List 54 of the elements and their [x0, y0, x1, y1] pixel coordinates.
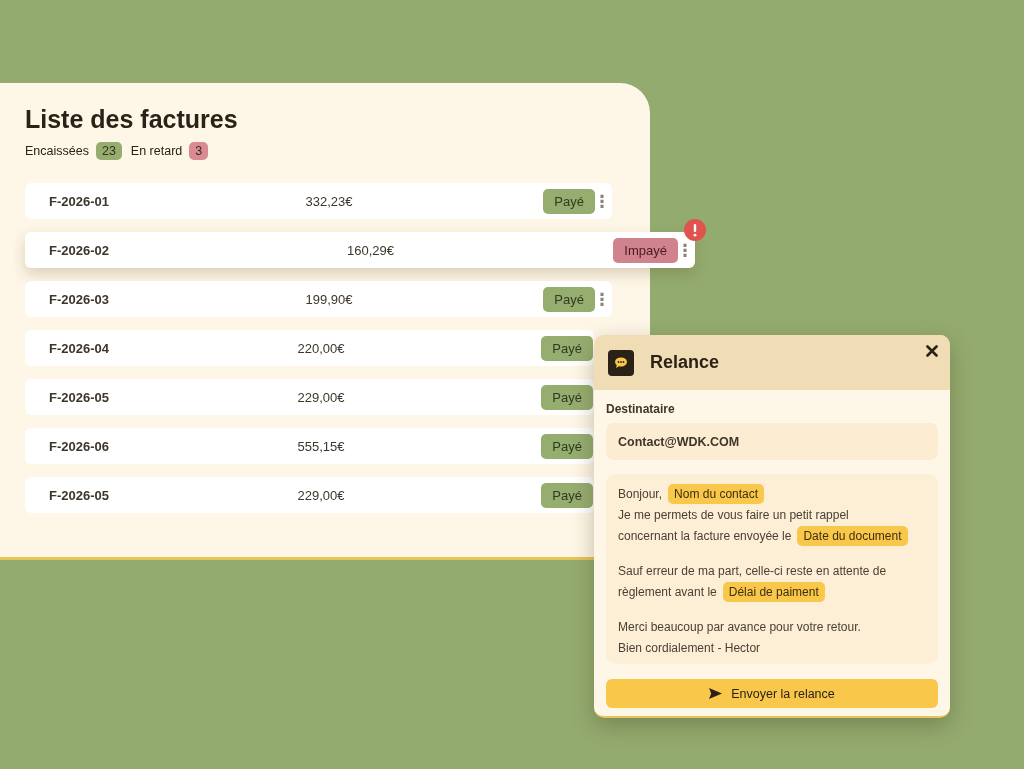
invoice-row[interactable]: F-2026-06 555,15€ Payé — [25, 428, 594, 464]
more-button[interactable]: ⋮ — [595, 287, 609, 311]
invoice-number: F-2026-01 — [49, 193, 110, 209]
message-text: Merci beaucoup par avance pour votre retour. — [618, 619, 861, 634]
count-badge: 23 — [95, 142, 122, 160]
invoice-amount: 220,00€ — [297, 340, 345, 356]
message-text: Bien cordialement - Hector — [618, 640, 761, 655]
message-text: Je me permets de vous faire un petit rappel — [618, 507, 849, 522]
message-text: concernant la facture envoyée le — [618, 528, 792, 543]
invoice-amount: 160,29€ — [347, 242, 394, 258]
more-button[interactable]: ⋮ — [678, 238, 692, 262]
invoice-row[interactable]: F-2026-01 332,23€ Payé ⋮ — [25, 183, 612, 219]
placeholder-tag: Date du document — [797, 525, 908, 546]
more-button[interactable]: ⋮ — [595, 189, 609, 213]
count-badge: 3 — [189, 142, 209, 160]
invoice-number: F-2026-06 — [49, 438, 110, 454]
invoice-number: F-2026-03 — [49, 291, 110, 307]
invoice-row[interactable]: F-2026-03 199,90€ Payé ⋮ — [25, 281, 612, 317]
invoice-row[interactable]: F-2026-05 229,00€ Payé — [25, 379, 594, 415]
chat-icon — [608, 349, 634, 376]
status-badge: Payé — [543, 286, 595, 312]
invoice-number: F-2026-02 — [49, 242, 110, 258]
invoice-amount: 229,00€ — [297, 389, 345, 405]
status-badge: Impayé — [613, 237, 678, 263]
invoice-row[interactable]: F-2026-02 160,29€ Impayé ⋮ — [25, 232, 695, 268]
stat-label: Encaissées — [25, 144, 89, 158]
invoice-number: F-2026-05 — [49, 389, 110, 405]
invoice-amount: 555,15€ — [297, 438, 345, 454]
placeholder-tag: Nom du contact — [668, 483, 765, 504]
invoice-number: F-2026-04 — [49, 340, 110, 356]
invoice-amount: 199,90€ — [305, 291, 353, 307]
status-badge: Payé — [543, 188, 595, 214]
message-text: Sauf erreur de ma part, celle-ci reste en attente de — [618, 563, 887, 578]
close-button[interactable] — [926, 345, 938, 357]
invoice-row[interactable]: F-2026-04 220,00€ Payé — [25, 330, 594, 366]
placeholder-tag: Délai de paiment — [722, 581, 825, 602]
page-title: Liste des factures — [25, 105, 239, 134]
status-badge: Payé — [541, 335, 593, 361]
send-icon — [709, 688, 723, 699]
message-field[interactable] — [606, 474, 938, 664]
stat-label: En retard — [130, 144, 183, 158]
invoice-row[interactable]: F-2026-05 229,00€ Payé — [25, 477, 594, 513]
invoice-number: F-2026-05 — [49, 487, 110, 503]
dialog-title: Relance — [650, 352, 721, 373]
status-badge: Payé — [541, 384, 593, 410]
message-text: Bonjour, — [618, 486, 663, 501]
status-badge: Payé — [541, 433, 593, 459]
message-text: règlement avant le — [618, 584, 717, 599]
recipient-field[interactable]: Contact@WDK.COM — [606, 423, 938, 460]
invoice-amount: 332,23€ — [305, 193, 353, 209]
status-badge: Payé — [541, 482, 593, 508]
send-button[interactable]: Envoyer la relance — [606, 679, 938, 708]
field-label: Destinataire — [606, 402, 676, 416]
invoice-amount: 229,00€ — [297, 487, 345, 503]
